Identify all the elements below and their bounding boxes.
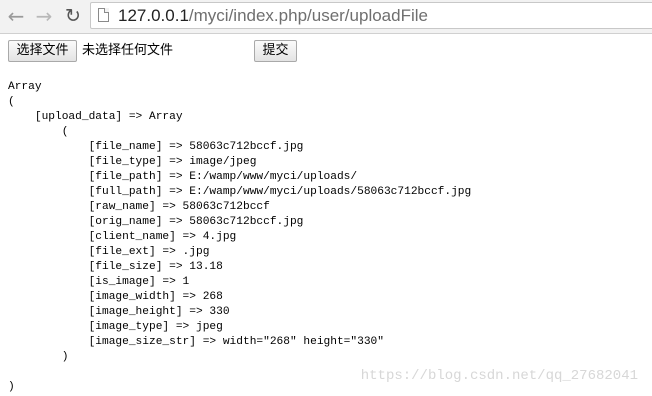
output-line: (: [8, 126, 69, 138]
output-line: [file_ext] => .jpg: [8, 246, 210, 258]
output-line: [image_width] => 268: [8, 291, 223, 303]
output-line: ): [8, 381, 15, 393]
no-file-selected-text: 未选择任何文件: [82, 43, 174, 58]
output-line: [image_height] => 330: [8, 306, 230, 318]
output-line: ): [8, 351, 69, 363]
upload-result-output: Array ( [upload_data] => Array ( [file_n…: [8, 80, 471, 395]
submit-button[interactable]: 提交: [254, 40, 297, 62]
arrow-left-icon[interactable]: ←: [4, 4, 28, 28]
output-line: [is_image] => 1: [8, 276, 190, 288]
output-line: [client_name] => 4.jpg: [8, 231, 237, 243]
output-line: [upload_data] => Array: [8, 111, 183, 123]
output-line: (: [8, 96, 15, 108]
reload-icon[interactable]: ↻: [61, 4, 85, 28]
output-line: [orig_name] => 58063c712bccf.jpg: [8, 216, 304, 228]
watermark: https://blog.csdn.net/qq_27682041: [360, 368, 638, 384]
output-line: [full_path] => E:/wamp/www/myci/uploads/…: [8, 186, 472, 198]
url-text[interactable]: 127.0.0.1/myci/index.php/user/uploadFile: [118, 5, 428, 27]
output-line: [file_name] => 58063c712bccf.jpg: [8, 141, 304, 153]
browser-toolbar: ← → ↻ 127.0.0.1/myci/index.php/user/uplo…: [0, 0, 652, 34]
address-bar[interactable]: 127.0.0.1/myci/index.php/user/uploadFile: [90, 2, 652, 29]
url-path: /myci/index.php/user/uploadFile: [188, 6, 428, 25]
choose-file-button[interactable]: 选择文件: [8, 40, 77, 62]
page-icon: [98, 8, 109, 22]
output-line: Array: [8, 81, 42, 93]
output-line: [file_path] => E:/wamp/www/myci/uploads/: [8, 171, 358, 183]
url-host: 127.0.0.1: [118, 6, 189, 25]
output-line: [file_type] => image/jpeg: [8, 156, 257, 168]
output-line: [image_size_str] => width="268" height="…: [8, 336, 384, 348]
arrow-right-icon[interactable]: →: [32, 4, 56, 28]
output-line: [image_type] => jpeg: [8, 321, 223, 333]
output-line: [file_size] => 13.18: [8, 261, 223, 273]
output-line: [raw_name] => 58063c712bccf: [8, 201, 270, 213]
